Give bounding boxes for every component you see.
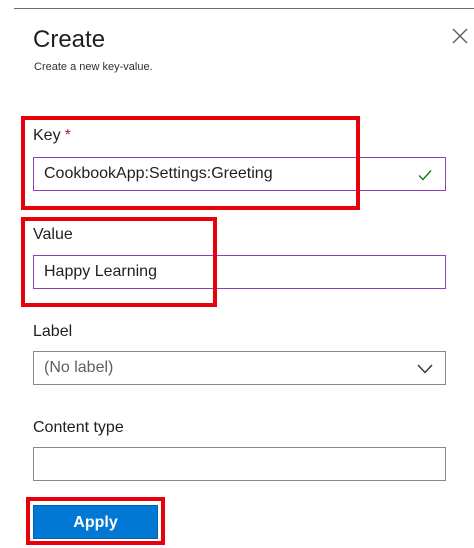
divider xyxy=(14,8,474,9)
panel-subtitle: Create a new key-value. xyxy=(34,61,153,73)
key-label: Key * xyxy=(33,126,71,146)
apply-button[interactable]: Apply xyxy=(33,505,158,539)
value-input-value: Happy Learning xyxy=(44,263,157,280)
required-marker: * xyxy=(64,127,71,144)
label-dropdown[interactable]: (No label) xyxy=(33,351,446,385)
key-label-text: Key xyxy=(33,127,61,144)
label-dropdown-value: (No label) xyxy=(44,359,114,376)
content-type-label-text: Content type xyxy=(33,419,124,436)
label-label: Label xyxy=(33,322,72,342)
value-label: Value xyxy=(33,225,73,245)
content-type-label: Content type xyxy=(33,418,124,438)
close-icon[interactable] xyxy=(448,24,472,48)
content-type-input[interactable] xyxy=(33,447,446,481)
value-label-text: Value xyxy=(33,226,73,243)
panel-title: Create xyxy=(33,26,106,53)
chevron-down-icon xyxy=(417,364,433,374)
value-input[interactable]: Happy Learning xyxy=(33,255,446,289)
label-label-text: Label xyxy=(33,323,73,340)
checkmark-icon xyxy=(418,170,432,181)
create-panel: Create Create a new key-value. Key * Cook… xyxy=(0,0,474,548)
key-input-value: CookbookApp:Settings:Greeting xyxy=(44,165,273,182)
key-input[interactable]: CookbookApp:Settings:Greeting xyxy=(33,157,446,191)
